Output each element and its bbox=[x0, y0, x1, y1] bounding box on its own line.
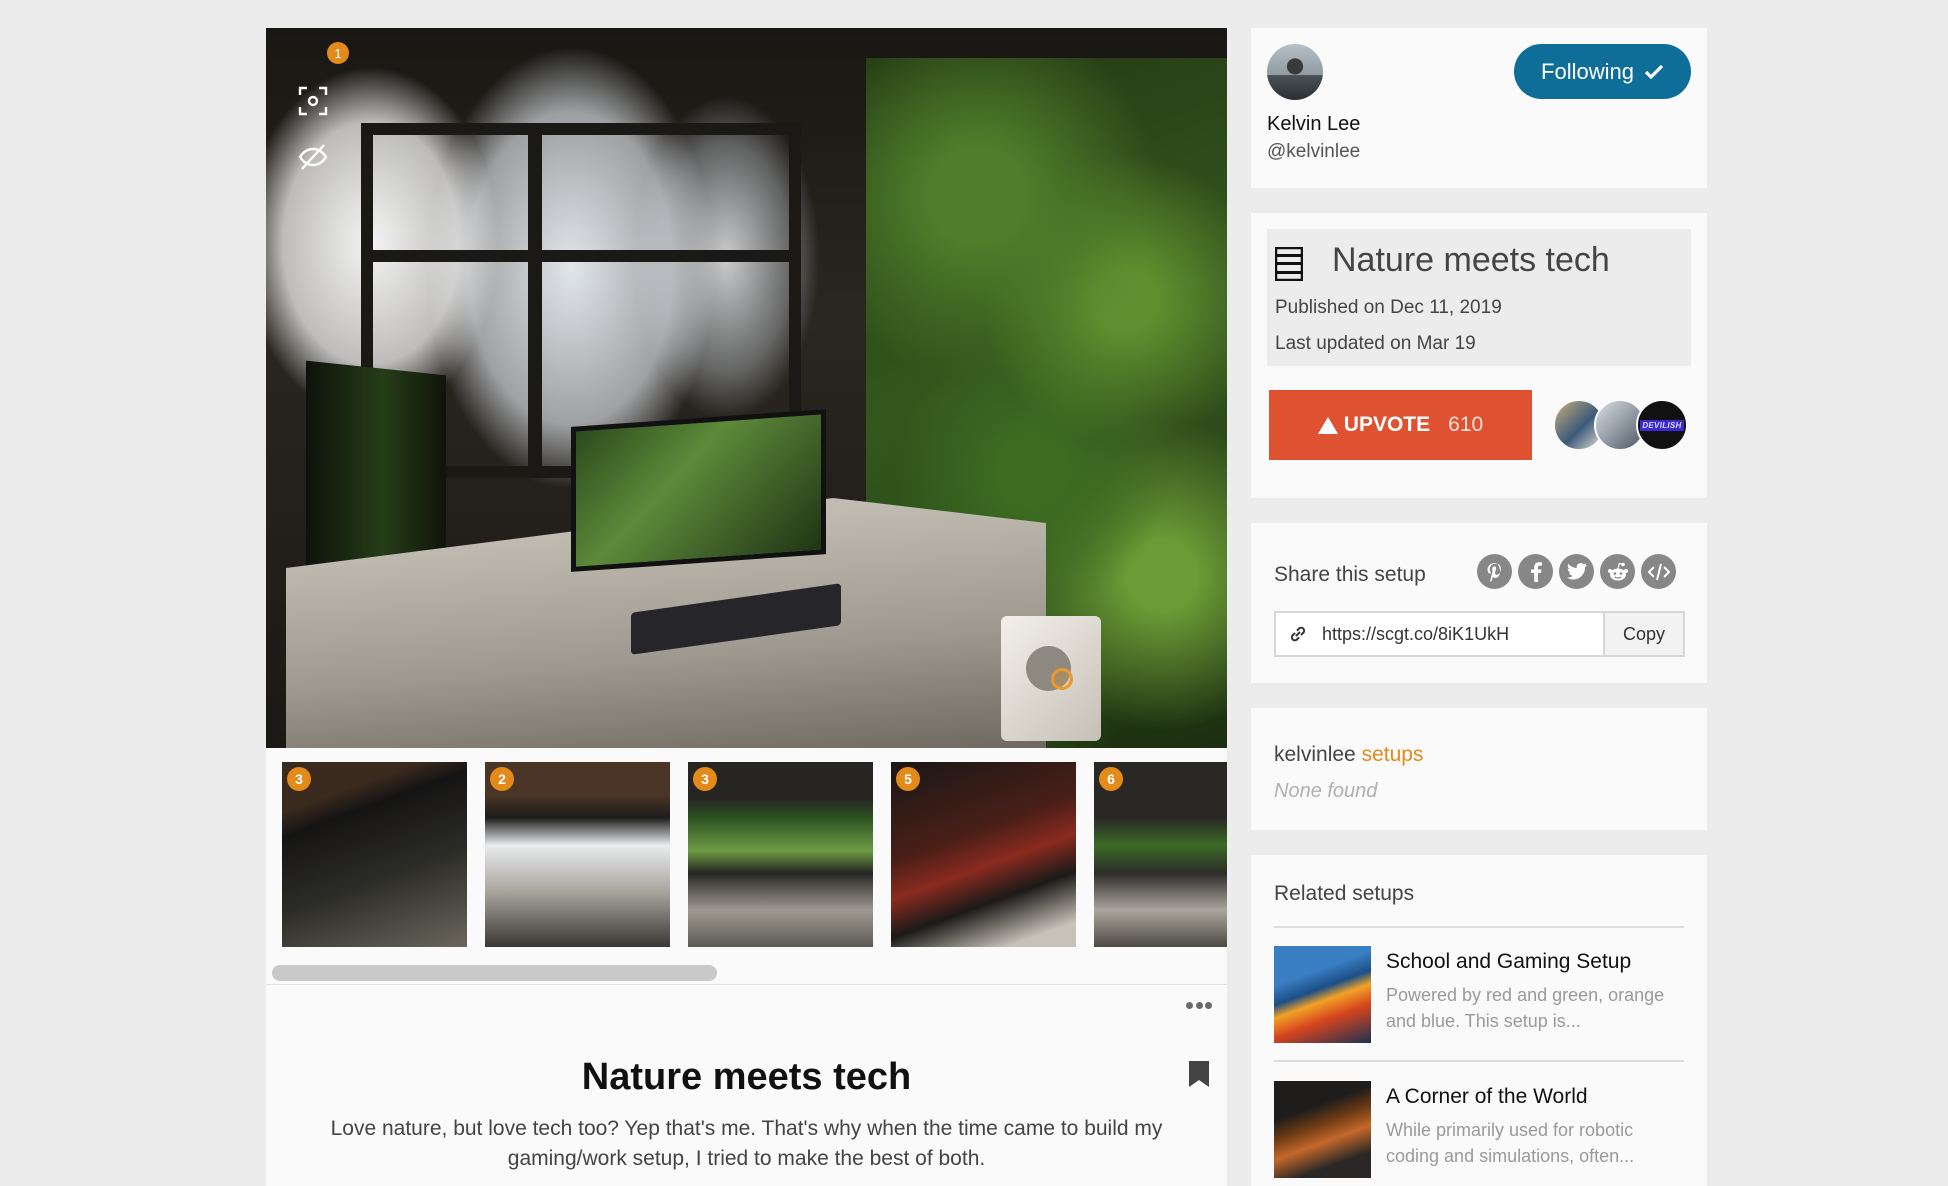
share-card: Share this setup https://scgt.co/8iK1UkH… bbox=[1251, 523, 1707, 683]
profile-handle[interactable]: @kelvinlee bbox=[1267, 141, 1360, 163]
scan-icon bbox=[298, 86, 328, 116]
voter-avatar[interactable]: DEVILISH bbox=[1636, 399, 1688, 451]
thumbnail-scrollbar[interactable] bbox=[272, 965, 717, 981]
scan-products-button[interactable] bbox=[296, 84, 330, 118]
related-setup-thumbnail bbox=[1274, 1081, 1371, 1178]
more-options-icon[interactable] bbox=[1186, 1000, 1212, 1010]
divider bbox=[266, 984, 1227, 985]
main-column: 1 3 2 3 5 6 Nature meets tech Love natur… bbox=[266, 28, 1227, 1186]
photo-monitor bbox=[571, 409, 826, 572]
thumbnail[interactable]: 5 bbox=[891, 762, 1076, 947]
check-icon bbox=[1644, 64, 1664, 79]
product-hotspot[interactable] bbox=[1051, 668, 1073, 690]
hide-hotspots-button[interactable] bbox=[296, 140, 330, 174]
user-setups-accent: setups bbox=[1361, 743, 1424, 766]
pinterest-icon[interactable] bbox=[1477, 554, 1512, 589]
film-icon bbox=[1275, 247, 1303, 281]
published-date: Published on Dec 11, 2019 bbox=[1275, 297, 1502, 318]
following-button[interactable]: Following bbox=[1514, 44, 1691, 99]
upvote-count: 610 bbox=[1448, 413, 1484, 436]
related-setup-item[interactable]: School and Gaming Setup Powered by red a… bbox=[1274, 946, 1684, 1046]
twitter-icon[interactable] bbox=[1559, 554, 1594, 589]
link-icon bbox=[1288, 624, 1308, 644]
updated-date: Last updated on Mar 19 bbox=[1275, 333, 1476, 354]
profile-name[interactable]: Kelvin Lee bbox=[1267, 113, 1360, 136]
related-setup-name: A Corner of the World bbox=[1386, 1085, 1588, 1108]
share-icons bbox=[1477, 554, 1676, 589]
related-setups-title: Related setups bbox=[1274, 882, 1415, 905]
share-url: https://scgt.co/8iK1UkH bbox=[1322, 623, 1510, 644]
voter-logo-text: DEVILISH bbox=[1640, 419, 1684, 431]
divider bbox=[1274, 1060, 1684, 1062]
related-setup-item[interactable]: A Corner of the World While primarily us… bbox=[1274, 1081, 1684, 1181]
setup-info-card: Nature meets tech Published on Dec 11, 2… bbox=[1251, 213, 1707, 498]
thumbnail[interactable]: 3 bbox=[282, 762, 467, 947]
user-setups-username: kelvinlee bbox=[1274, 743, 1356, 766]
setup-main-photo[interactable]: 1 bbox=[266, 28, 1227, 748]
thumbnail[interactable]: 2 bbox=[485, 762, 670, 947]
upvote-triangle-icon bbox=[1317, 416, 1338, 434]
avatar[interactable] bbox=[1267, 44, 1323, 100]
related-setup-description: Powered by red and green, orange and blu… bbox=[1386, 985, 1665, 1031]
following-label: Following bbox=[1541, 58, 1634, 84]
share-label: Share this setup bbox=[1274, 563, 1426, 586]
thumbnail-count-badge: 3 bbox=[693, 767, 717, 791]
post-body: Nature meets tech Love nature, but love … bbox=[266, 986, 1227, 1186]
setup-title: Nature meets tech bbox=[1332, 241, 1610, 279]
eye-off-icon bbox=[298, 144, 328, 170]
facebook-icon[interactable] bbox=[1518, 554, 1553, 589]
related-setups-card: Related setups School and Gaming Setup P… bbox=[1251, 855, 1707, 1186]
user-setups-card: kelvinlee setups None found bbox=[1251, 708, 1707, 830]
post-title: Nature meets tech bbox=[581, 1056, 912, 1098]
related-setup-thumbnail bbox=[1274, 946, 1371, 1043]
related-setup-name: School and Gaming Setup bbox=[1386, 950, 1632, 973]
photo-thumbnail-strip: 3 2 3 5 6 bbox=[266, 748, 1227, 985]
scan-count-badge: 1 bbox=[327, 42, 349, 64]
user-setups-title: kelvinlee setups bbox=[1274, 743, 1423, 767]
setup-info-box: Nature meets tech Published on Dec 11, 2… bbox=[1267, 229, 1691, 366]
upvote-button[interactable]: UPVOTE 610 bbox=[1269, 390, 1532, 460]
thumbnail[interactable]: 3 bbox=[688, 762, 873, 947]
embed-code-icon[interactable] bbox=[1641, 554, 1676, 589]
copy-button[interactable]: Copy bbox=[1603, 611, 1685, 657]
divider bbox=[1274, 926, 1684, 928]
profile-card: Kelvin Lee @kelvinlee Following bbox=[1251, 28, 1707, 188]
user-setups-empty: None found bbox=[1274, 780, 1378, 802]
thumbnail-count-badge: 5 bbox=[896, 767, 920, 791]
thumbnail-count-badge: 6 bbox=[1099, 767, 1123, 791]
post-description: Love nature, but love tech too? Yep that… bbox=[330, 1117, 1163, 1170]
upvote-label: UPVOTE bbox=[1343, 413, 1431, 436]
share-url-field[interactable]: https://scgt.co/8iK1UkH bbox=[1274, 611, 1604, 657]
thumbnail-count-badge: 2 bbox=[490, 767, 514, 791]
reddit-icon[interactable] bbox=[1600, 554, 1635, 589]
thumbnail[interactable]: 6 bbox=[1094, 762, 1227, 947]
thumbnail-count-badge: 3 bbox=[287, 767, 311, 791]
related-setup-description: While primarily used for robotic coding … bbox=[1386, 1120, 1635, 1166]
